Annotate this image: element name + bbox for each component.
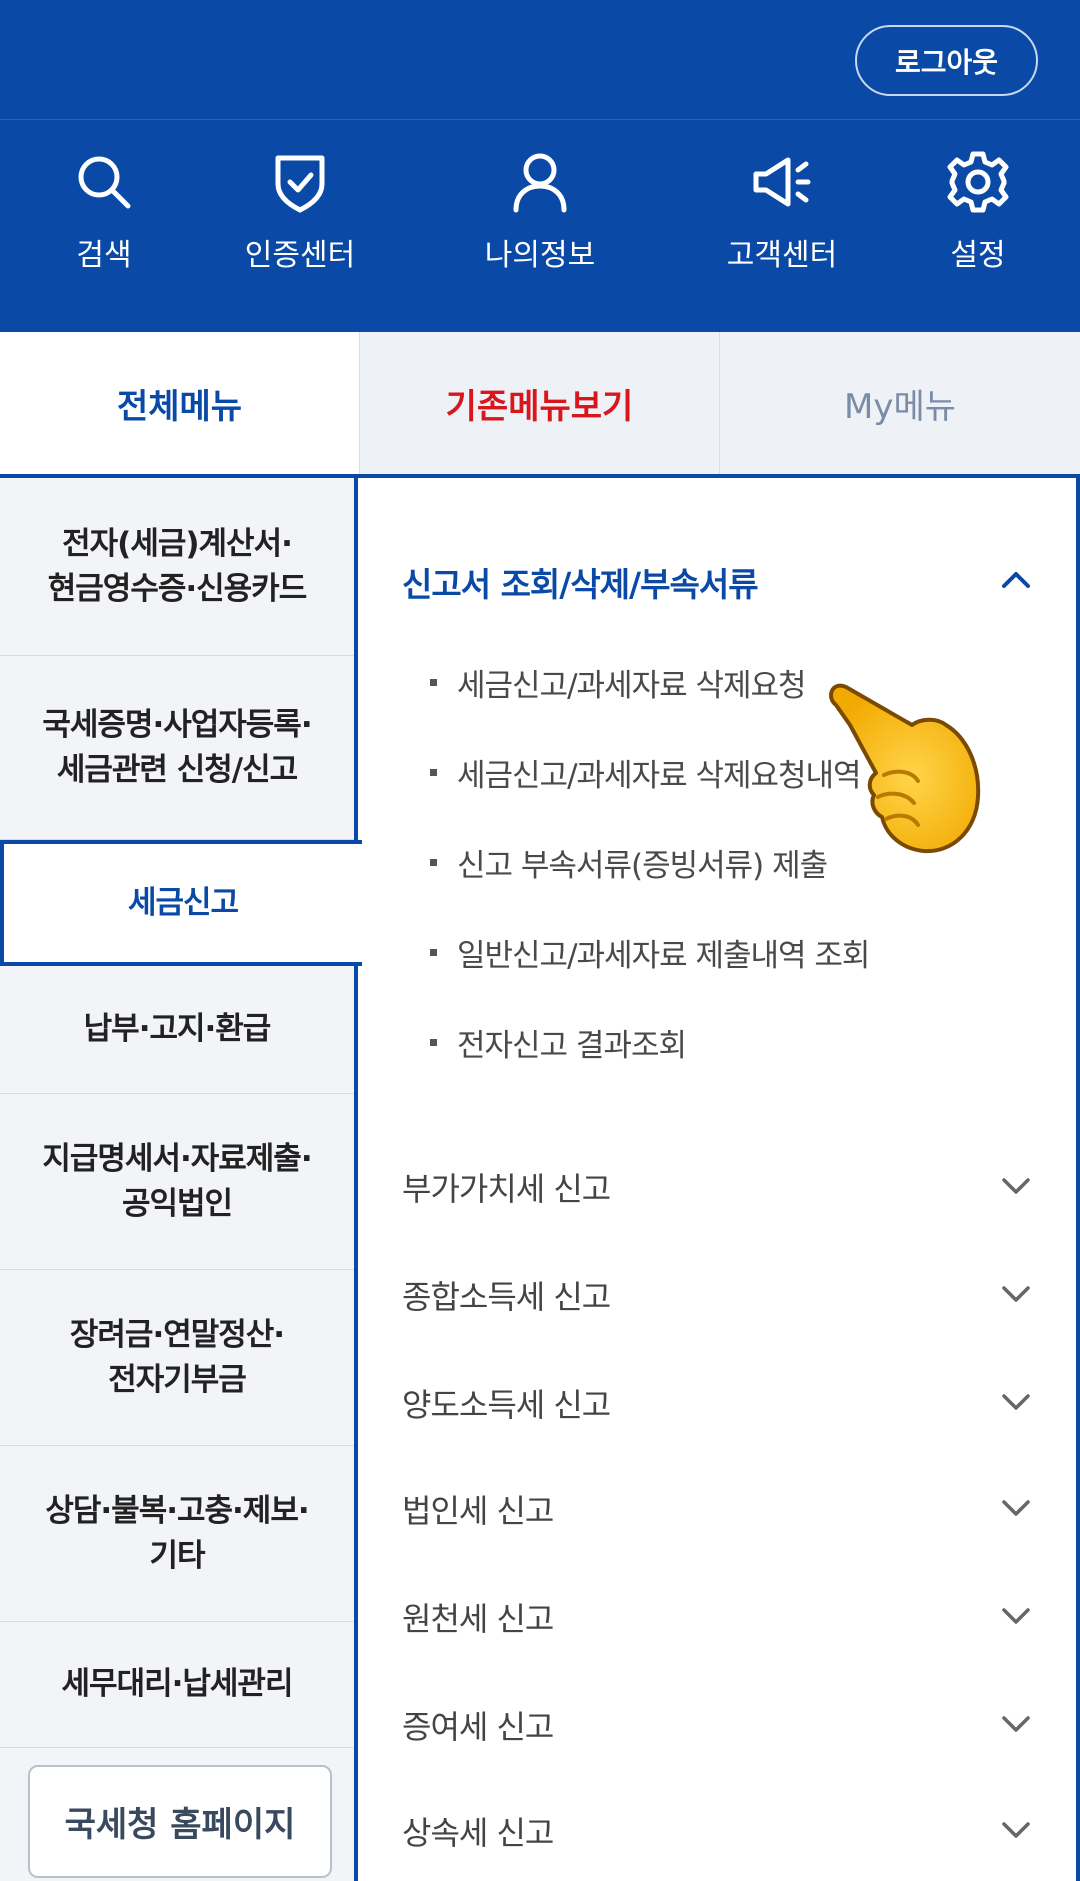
logout-button[interactable]: 로그아웃 xyxy=(855,25,1038,96)
quick-menu-customer-center[interactable]: 고객센터 xyxy=(692,150,872,290)
category-inheritance-tax[interactable]: 상속세 신고 xyxy=(402,1808,554,1854)
pointing-hand-icon xyxy=(829,683,981,854)
category-capital-gains-tax[interactable]: 양도소득세 신고 xyxy=(402,1380,611,1426)
chevron-down-icon[interactable] xyxy=(998,1706,1034,1742)
quick-menu-my-info[interactable]: 나의정보 xyxy=(450,150,630,290)
quick-menu-search[interactable]: 검색 xyxy=(14,150,194,290)
bullet-icon xyxy=(430,1039,437,1046)
quick-menu-certificate[interactable]: 인증센터 xyxy=(210,150,390,290)
tab-my-menu[interactable]: My메뉴 xyxy=(720,332,1080,474)
sidebar-item-label: 세금신고 xyxy=(127,884,239,921)
quick-menu-label: 고객센터 xyxy=(726,238,838,273)
sidebar-item-label-line: 전자기부금 xyxy=(108,1361,247,1398)
submenu-item[interactable]: 일반신고/과세자료 제출내역 조회 xyxy=(430,930,870,975)
bullet-icon xyxy=(430,949,437,956)
chevron-down-icon[interactable] xyxy=(998,1276,1034,1312)
submenu-item[interactable]: 세금신고/과세자료 삭제요청 xyxy=(430,660,807,705)
sidebar-item-label-line: 세금관련 신청/신고 xyxy=(56,751,298,788)
sidebar-item-e-invoice[interactable]: 전자(세금)계산서· 현금영수증·신용카드 xyxy=(0,478,354,656)
submenu-item[interactable]: 세금신고/과세자료 삭제요청내역 xyxy=(430,750,862,795)
sidebar-item-certificates[interactable]: 국세증명·사업자등록· 세금관련 신청/신고 xyxy=(0,656,354,840)
sidebar-item-label-line: 공익법인 xyxy=(121,1185,233,1222)
submenu-item-label: 세금신고/과세자료 삭제요청내역 xyxy=(457,758,862,794)
submenu-item-label: 신고 부속서류(증빙서류) 제출 xyxy=(457,848,828,884)
chevron-down-icon[interactable] xyxy=(998,1598,1034,1634)
submenu-item-label: 전자신고 결과조회 xyxy=(457,1028,687,1064)
sidebar-item-label: 장려금·연말정산· 전자기부금 xyxy=(69,1313,285,1403)
sidebar-item-label-line: 장려금·연말정산· xyxy=(69,1316,285,1353)
header-top-bar: 로그아웃 xyxy=(0,0,1080,120)
quick-menu-label: 검색 xyxy=(76,238,132,273)
megaphone-icon xyxy=(753,157,811,207)
sidebar-item-label-line: 기타 xyxy=(149,1537,205,1574)
menu-tabs: 전체메뉴 기존메뉴보기 My메뉴 xyxy=(0,332,1080,474)
sidebar-item-tax-agent[interactable]: 세무대리·납세관리 xyxy=(0,1622,354,1748)
chevron-up-icon[interactable] xyxy=(998,562,1034,598)
quick-menu-row: 검색 인증센터 나의정보 고객센터 설정 xyxy=(0,150,1080,290)
sidebar-item-label: 상담·불복·고충·제보· 기타 xyxy=(45,1489,309,1579)
bullet-icon xyxy=(430,859,437,866)
chevron-down-icon[interactable] xyxy=(998,1384,1034,1420)
bullet-icon xyxy=(430,679,437,686)
tab-all-menu[interactable]: 전체메뉴 xyxy=(0,332,360,474)
search-icon xyxy=(78,156,131,209)
sidebar-item-label-line: 현금영수증·신용카드 xyxy=(47,570,307,607)
category-withholding-tax[interactable]: 원천세 신고 xyxy=(402,1594,554,1640)
sidebar-item-label: 국세증명·사업자등록· 세금관련 신청/신고 xyxy=(42,703,312,793)
submenu-item[interactable]: 신고 부속서류(증빙서류) 제출 xyxy=(430,840,828,885)
category-gift-tax[interactable]: 증여세 신고 xyxy=(402,1702,554,1748)
bullet-icon xyxy=(430,769,437,776)
submenu-item[interactable]: 전자신고 결과조회 xyxy=(430,1020,687,1065)
sidebar-item-incentives[interactable]: 장려금·연말정산· 전자기부금 xyxy=(0,1270,354,1446)
nts-homepage-button[interactable]: 국세청 홈페이지 xyxy=(28,1765,332,1878)
sidebar-item-label: 세무대리·납세관리 xyxy=(61,1666,294,1703)
sidebar-item-label: 납부·고지·환급 xyxy=(83,1011,272,1048)
gear-icon xyxy=(947,151,1009,213)
section-title[interactable]: 신고서 조회/삭제/부속서류 xyxy=(402,558,759,606)
quick-menu-settings[interactable]: 설정 xyxy=(888,150,1068,290)
category-corporate-tax[interactable]: 법인세 신고 xyxy=(402,1486,554,1532)
quick-menu-label: 설정 xyxy=(950,238,1006,273)
sidebar-item-label-line: 전자(세금)계산서· xyxy=(62,525,293,562)
shield-check-icon xyxy=(275,155,325,213)
chevron-down-icon[interactable] xyxy=(998,1812,1034,1848)
app-header: 로그아웃 검색 인증센터 나의정보 고객센터 설정 xyxy=(0,0,1080,332)
sidebar-item-label-line: 지급명세서·자료제출· xyxy=(42,1140,312,1177)
chevron-down-icon[interactable] xyxy=(998,1168,1034,1204)
submenu-item-label: 세금신고/과세자료 삭제요청 xyxy=(457,668,807,704)
sidebar-item-tax-filing[interactable]: 세금신고 xyxy=(0,840,362,966)
sidebar-item-statements[interactable]: 지급명세서·자료제출· 공익법인 xyxy=(0,1094,354,1270)
submenu-item-label: 일반신고/과세자료 제출내역 조회 xyxy=(457,938,870,974)
tab-classic-menu[interactable]: 기존메뉴보기 xyxy=(360,332,720,474)
person-icon xyxy=(513,153,567,213)
sidebar-item-label: 전자(세금)계산서· 현금영수증·신용카드 xyxy=(47,522,307,612)
sidebar-item-consulting[interactable]: 상담·불복·고충·제보· 기타 xyxy=(0,1446,354,1622)
sidebar-item-label: 지급명세서·자료제출· 공익법인 xyxy=(42,1137,312,1227)
chevron-down-icon[interactable] xyxy=(998,1490,1034,1526)
category-income-tax[interactable]: 종합소득세 신고 xyxy=(402,1272,611,1318)
category-vat[interactable]: 부가가치세 신고 xyxy=(402,1164,611,1210)
sidebar-item-label-line: 상담·불복·고충·제보· xyxy=(45,1492,309,1529)
sidebar-item-label-line: 국세증명·사업자등록· xyxy=(42,706,312,743)
quick-menu-label: 나의정보 xyxy=(484,238,596,273)
quick-menu-label: 인증센터 xyxy=(244,238,356,273)
sidebar-item-payment[interactable]: 납부·고지·환급 xyxy=(0,966,354,1094)
